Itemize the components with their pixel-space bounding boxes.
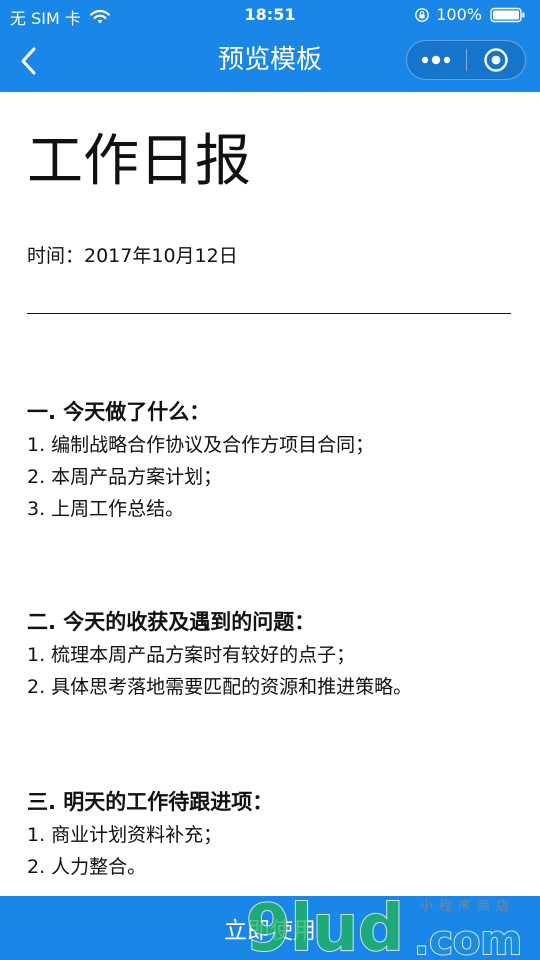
target-circle-icon [484,48,508,72]
close-button[interactable] [467,41,526,79]
orientation-lock-icon [415,7,430,22]
list-item: 1. 梳理本周产品方案时有较好的点子； [27,644,356,666]
status-bar: 无 SIM 卡 18:51 100% [0,0,540,30]
battery-text: 100% [436,5,482,24]
use-now-button[interactable]: 立即使用 [0,896,540,960]
list-item: 3. 上周工作总结。 [27,498,185,520]
list-item: 1. 编制战略合作协议及合作方项目合同； [27,434,375,456]
more-button[interactable] [407,41,466,79]
section-tomorrow-followups: 三. 明天的工作待跟进项： 1. 商业计划资料补充； 2. 人力整合。 [27,788,513,880]
list-item: 2. 本周产品方案计划； [27,466,223,488]
list-item: 2. 具体思考落地需要匹配的资源和推进策略。 [27,676,413,698]
section-heading: 二. 今天的收获及遇到的问题： [27,610,316,634]
section-heading: 一. 今天做了什么： [27,400,211,424]
battery-icon [490,7,525,22]
section-heading: 三. 明天的工作待跟进项： [27,790,274,814]
more-dots-icon [422,55,451,65]
section-done-today: 一. 今天做了什么： 1. 编制战略合作协议及合作方项目合同； 2. 本周产品方… [27,398,513,522]
divider [27,313,511,314]
document-title: 工作日报 [27,129,251,194]
list-item: 2. 人力整合。 [27,856,147,878]
nav-bar: 预览模板 [0,30,540,92]
section-gains-and-problems: 二. 今天的收获及遇到的问题： 1. 梳理本周产品方案时有较好的点子； 2. 具… [27,608,513,700]
list-item: 1. 商业计划资料补充； [27,824,223,846]
document-date: 时间：2017年10月12日 [27,245,238,267]
mini-program-capsule [406,40,526,80]
status-right: 100% [414,5,526,24]
